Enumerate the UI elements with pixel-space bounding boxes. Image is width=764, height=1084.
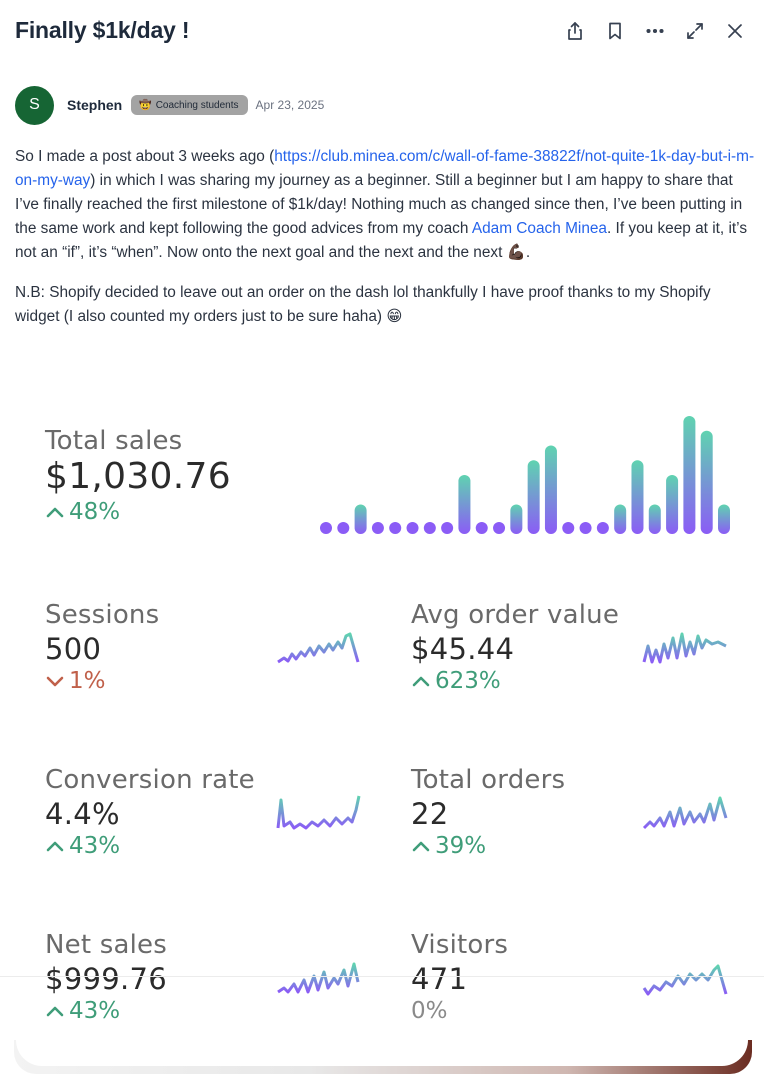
metric-value: $45.44	[411, 632, 515, 666]
sales-bar	[579, 522, 592, 534]
metric-label: Sessions	[45, 600, 160, 630]
sessions-sparkline	[277, 632, 360, 664]
sales-bar	[562, 522, 575, 534]
text-span: So I made a post about 3 weeks ago (	[15, 148, 275, 165]
sales-bar	[527, 460, 540, 534]
arrow-up-icon	[46, 1006, 64, 1017]
bookmark-icon[interactable]	[604, 20, 626, 42]
arrow-up-icon	[46, 507, 64, 518]
metric-change-value: 39%	[435, 833, 487, 859]
metric-change: 48%	[45, 499, 231, 525]
conversion-sparkline	[276, 795, 361, 830]
metric-visitors: Visitors 471 0%	[411, 930, 508, 1024]
arrow-up-icon	[412, 676, 430, 687]
sales-bar	[406, 522, 419, 534]
metric-change: 623%	[411, 668, 619, 694]
sales-bar	[475, 522, 488, 534]
more-icon[interactable]	[644, 20, 666, 42]
metric-label: Net sales	[45, 930, 167, 960]
metric-value: 4.4%	[45, 797, 120, 831]
sales-bar	[337, 522, 350, 534]
mention-link[interactable]: Adam Coach Minea	[472, 220, 607, 237]
metric-value: $999.76	[45, 962, 168, 996]
metric-total-orders: Total orders 22 39%	[411, 765, 565, 859]
visitors-sparkline	[642, 964, 728, 996]
metric-change: 39%	[411, 833, 565, 859]
metric-conversion-rate: Conversion rate 4.4% 43%	[45, 765, 255, 859]
sales-bar	[441, 522, 454, 534]
metric-change-value: 48%	[69, 499, 121, 525]
metric-label: Visitors	[411, 930, 509, 960]
sales-bar	[718, 504, 730, 534]
body-paragraph: N.B: Shopify decided to leave out an ord…	[15, 284, 711, 325]
metric-total-sales: Total sales $1,030.76 48%	[45, 426, 231, 525]
metric-change-value: 43%	[69, 833, 121, 859]
post-header: Finally $1k/day !	[0, 0, 764, 64]
sales-bar	[354, 504, 367, 534]
sales-bar	[423, 522, 436, 534]
metric-label: Avg order value	[411, 600, 620, 630]
author-row: S Stephen 🤠 Coaching students Apr 23, 20…	[15, 85, 324, 125]
arrow-up-icon	[46, 841, 64, 852]
stats-image[interactable]: Total sales $1,030.76 48% Sessions 500 1…	[0, 392, 764, 1084]
metric-change: 43%	[45, 833, 255, 859]
sales-bar	[700, 430, 713, 534]
sales-bar	[666, 475, 679, 534]
metric-net-sales: Net sales $999.76 43%	[45, 930, 167, 1024]
metric-label: Total sales	[45, 426, 183, 456]
metric-change: 1%	[45, 668, 159, 694]
metric-value: 22	[411, 797, 449, 831]
post-date: Apr 23, 2025	[255, 98, 325, 112]
post-title: Finally $1k/day !	[15, 17, 190, 43]
sales-bar-chart	[320, 416, 730, 534]
metric-label: Total orders	[411, 765, 566, 795]
metric-label: Conversion rate	[45, 765, 255, 795]
sales-bar	[614, 504, 627, 534]
card-divider	[0, 976, 764, 977]
metric-change-value: 1%	[69, 668, 106, 694]
net-sales-sparkline	[277, 962, 360, 994]
orders-sparkline	[642, 796, 728, 830]
sales-bar	[389, 522, 402, 534]
image-frame-inner	[16, 1020, 748, 1066]
author-name[interactable]: Stephen	[67, 97, 122, 113]
header-actions	[564, 20, 746, 42]
sales-bar	[648, 504, 661, 534]
metric-change-value: 623%	[435, 668, 501, 694]
metric-avg-order-value: Avg order value $45.44 623%	[411, 600, 619, 694]
arrow-up-icon	[412, 841, 430, 852]
metric-value: $1,030.76	[45, 456, 231, 497]
metric-value: 471	[411, 962, 468, 996]
expand-icon[interactable]	[684, 20, 706, 42]
metric-value: 500	[45, 632, 102, 666]
sales-bar	[458, 475, 471, 534]
role-badge: 🤠 Coaching students	[131, 95, 248, 115]
sales-bar	[683, 416, 696, 534]
metric-sessions: Sessions 500 1%	[45, 600, 159, 694]
sales-bar	[493, 522, 506, 534]
sales-bar	[631, 460, 644, 534]
post-body: So I made a post about 3 weeks ago (http…	[15, 145, 755, 345]
arrow-down-icon	[46, 676, 64, 687]
body-paragraph: So I made a post about 3 weeks ago (http…	[15, 145, 755, 265]
sales-bar	[371, 522, 384, 534]
close-icon[interactable]	[724, 20, 746, 42]
sales-bar	[596, 522, 609, 534]
sales-bar	[320, 522, 332, 534]
sales-bar	[510, 504, 523, 534]
share-icon[interactable]	[564, 20, 586, 42]
sales-bar	[544, 445, 557, 534]
badge-emoji-icon: 🤠	[139, 99, 152, 111]
avg-order-sparkline	[642, 632, 727, 664]
avatar[interactable]: S	[15, 85, 54, 125]
badge-label: Coaching students	[155, 99, 239, 111]
